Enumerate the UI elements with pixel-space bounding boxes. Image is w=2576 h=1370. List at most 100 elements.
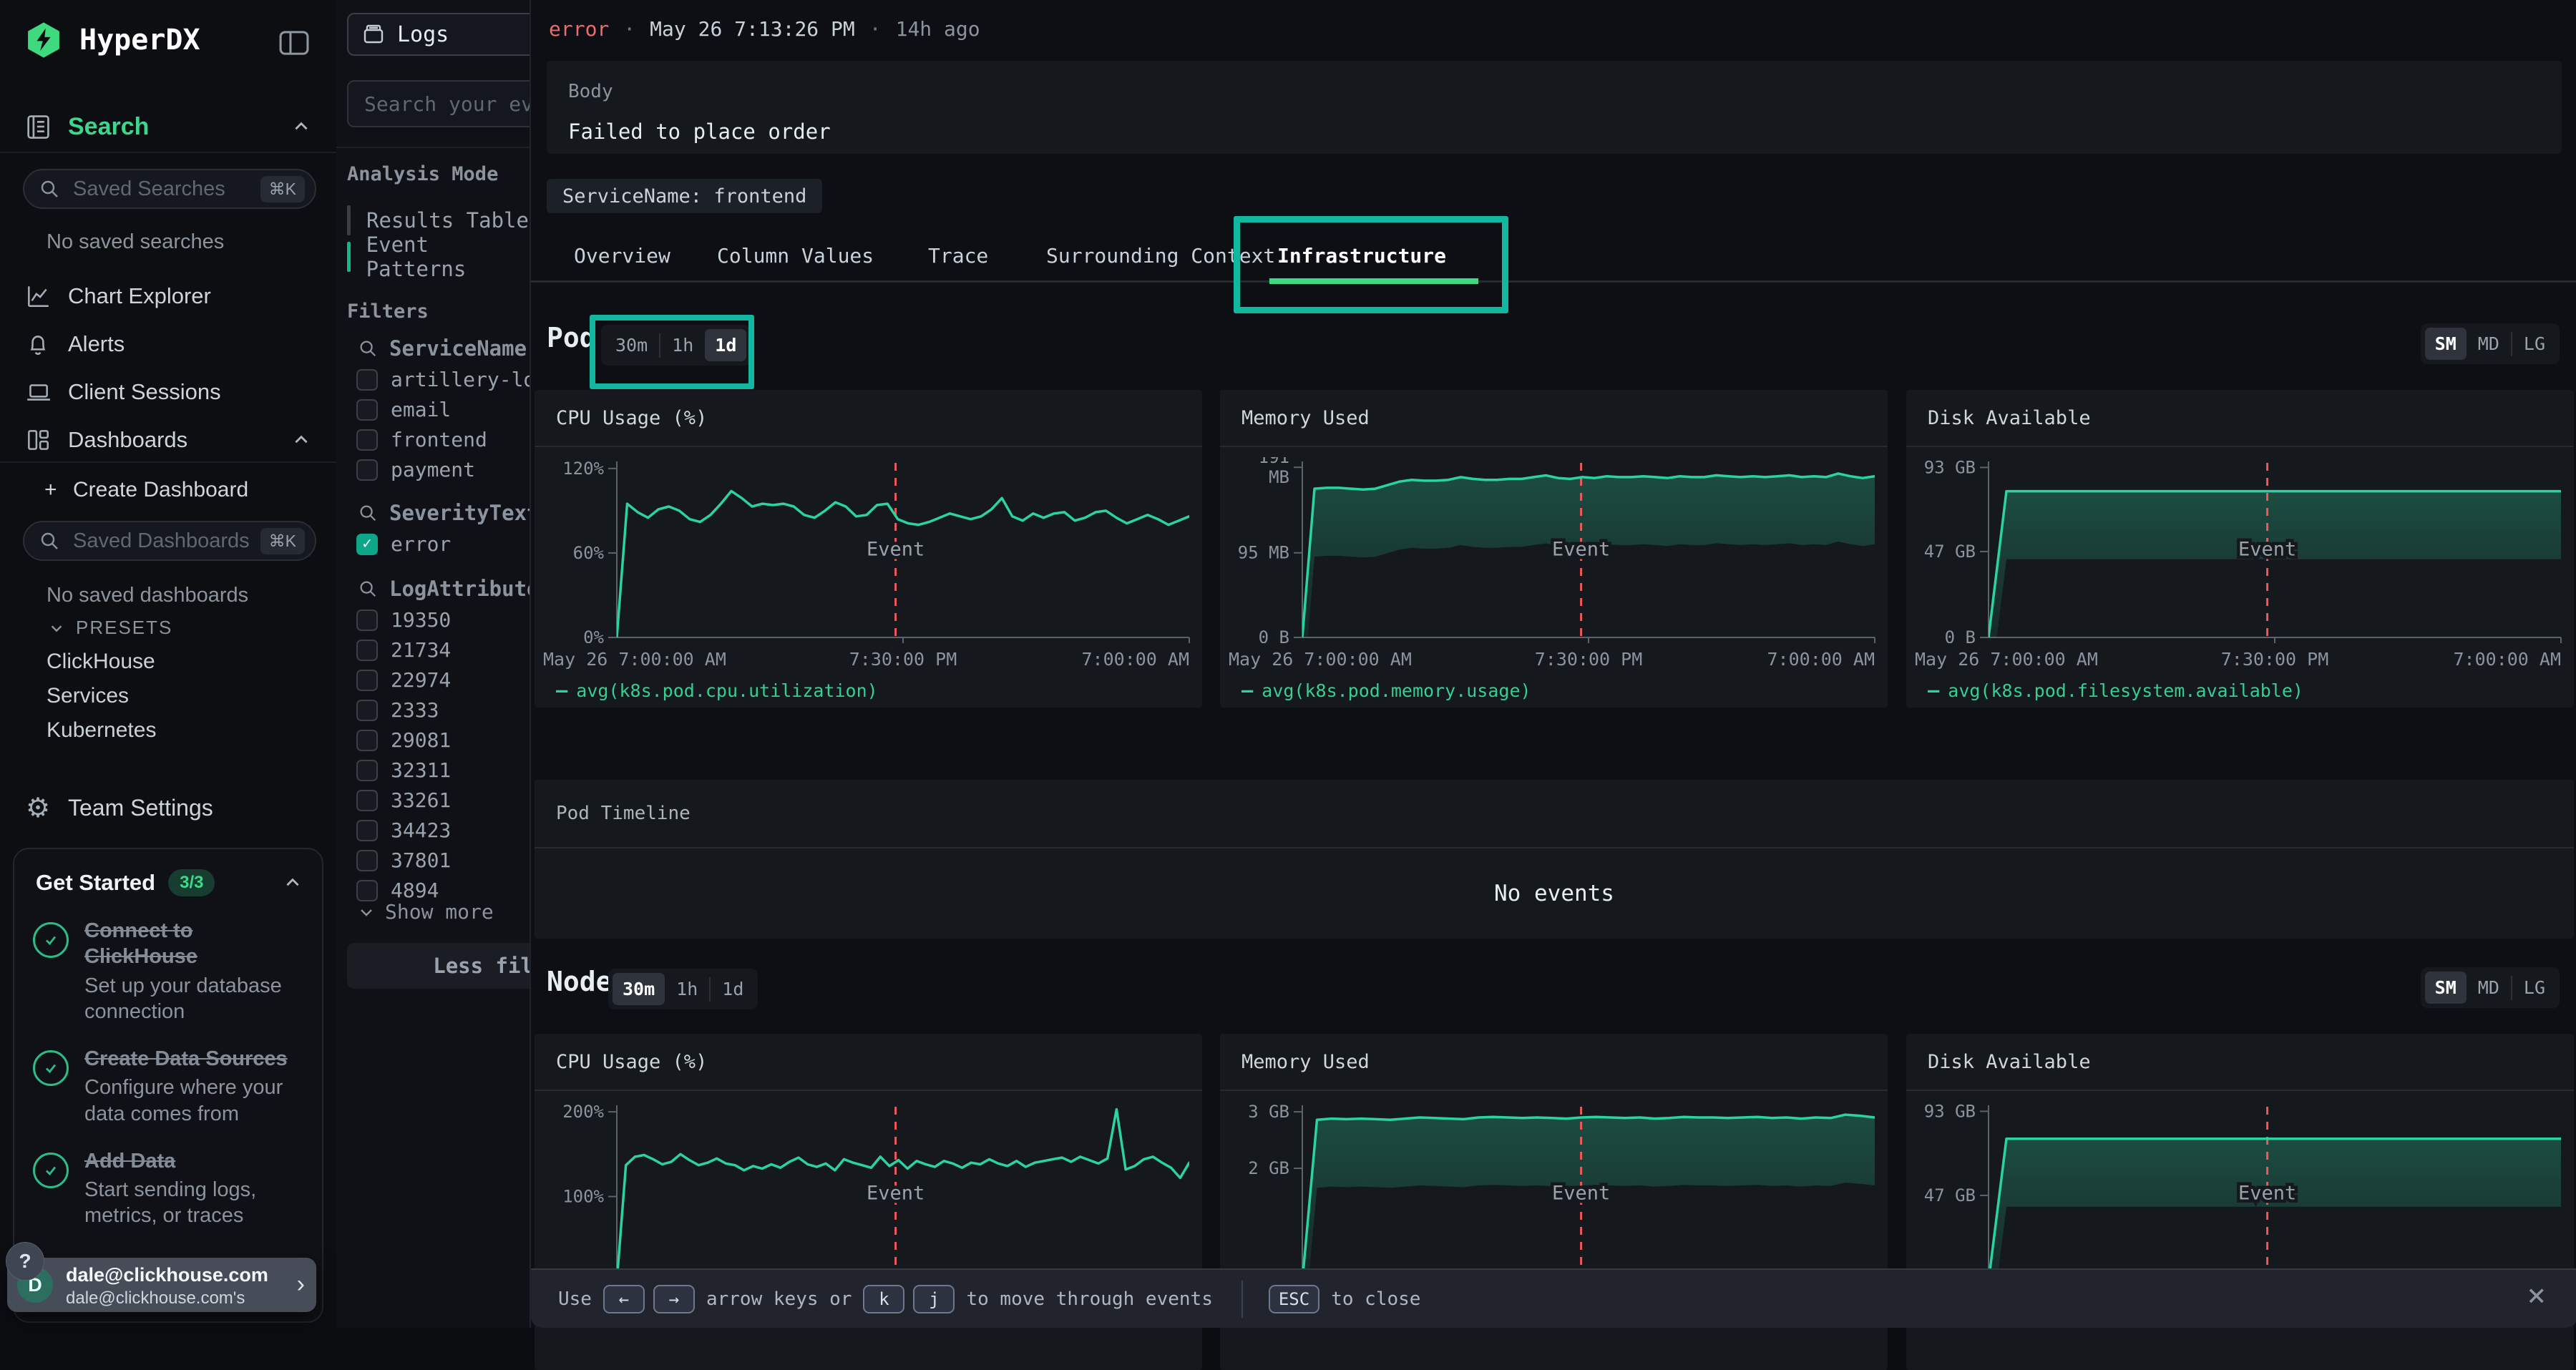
node-range-30m[interactable]: 30m	[613, 973, 665, 1005]
tab-surrounding-context[interactable]: Surrounding Context	[1046, 244, 1275, 268]
checklist-item[interactable]: Connect to ClickHouseSet up your databas…	[14, 918, 322, 1024]
sidebar-item-search[interactable]: Search	[0, 106, 336, 147]
checkbox[interactable]	[356, 369, 378, 391]
collapse-sidebar-icon[interactable]	[277, 26, 311, 60]
pod-cpu-chart[interactable]: 120%60%0%Event	[535, 457, 1202, 643]
preset-clickhouse[interactable]: ClickHouse	[47, 650, 155, 674]
checklist-item[interactable]: Create Data SourcesConfigure where your …	[14, 1046, 322, 1127]
checkbox[interactable]	[356, 670, 378, 691]
filter-option[interactable]: 37801	[356, 848, 451, 872]
sidebar-item-label: Dashboards	[68, 427, 187, 453]
sidebar-item-alerts[interactable]: Alerts	[0, 323, 336, 365]
filter-option[interactable]: 22974	[356, 668, 451, 692]
filter-option[interactable]: 19350	[356, 608, 451, 632]
user-account-chip[interactable]: D dale@clickhouse.com dale@clickhouse.co…	[7, 1258, 316, 1312]
filter-group-severitytext[interactable]: SeverityText	[358, 501, 530, 525]
tab-infrastructure[interactable]: Infrastructure	[1277, 244, 1446, 268]
hyperdx-logo-icon	[25, 21, 62, 59]
checkbox[interactable]	[356, 399, 378, 421]
checkbox[interactable]	[356, 760, 378, 781]
svg-text:60%: 60%	[573, 543, 605, 563]
node-size-lg[interactable]: LG	[2514, 972, 2555, 1004]
pod-range-1h[interactable]: 1h	[662, 329, 703, 361]
show-more-button[interactable]: Show more	[358, 900, 494, 924]
filter-group-logattributes[interactable]: LogAttributes	[358, 577, 530, 601]
filter-option-label: email	[391, 398, 451, 421]
sidebar-item-dashboards[interactable]: Dashboards	[0, 419, 336, 461]
filter-option[interactable]: 29081	[356, 728, 451, 752]
no-events-text: No events	[535, 848, 2574, 939]
tab-overview[interactable]: Overview	[574, 244, 670, 268]
preset-services[interactable]: Services	[47, 684, 129, 708]
node-range-1h[interactable]: 1h	[666, 973, 708, 1005]
filter-option-label: 21734	[391, 638, 451, 662]
divider	[1241, 1281, 1243, 1318]
filter-option[interactable]: payment	[356, 458, 475, 481]
svg-text:MB: MB	[1269, 467, 1289, 487]
pod-range-1d[interactable]: 1d	[705, 329, 746, 361]
filter-option[interactable]: artillery-load	[356, 368, 530, 391]
checkbox[interactable]	[356, 880, 378, 901]
active-tab-underline	[1269, 278, 1478, 284]
event-search-input[interactable]	[348, 82, 530, 126]
pod-size-sm[interactable]: SM	[2425, 328, 2467, 360]
checkbox[interactable]	[356, 459, 378, 481]
preset-kubernetes[interactable]: Kubernetes	[47, 718, 156, 743]
sidebar-item-team-settings[interactable]: ⚙ Team Settings	[0, 787, 336, 828]
keyboard-hints-footer: Use ← → arrow keys or k j to move throug…	[531, 1268, 2576, 1328]
filter-option[interactable]: email	[356, 398, 451, 421]
filter-option[interactable]: frontend	[356, 428, 487, 451]
checkbox[interactable]	[356, 700, 378, 721]
checkbox[interactable]	[356, 790, 378, 811]
tab-column-values[interactable]: Column Values	[717, 244, 874, 268]
sidebar-item-client-sessions[interactable]: Client Sessions	[0, 371, 336, 413]
pod-range-30m[interactable]: 30m	[605, 329, 658, 361]
tab-trace[interactable]: Trace	[928, 244, 988, 268]
filter-option[interactable]: 34423	[356, 818, 451, 842]
node-cpu-chart[interactable]: 200%100%0%Event	[535, 1101, 1202, 1287]
filter-option-label: artillery-load	[391, 368, 530, 391]
svg-text:Event: Event	[2238, 538, 2296, 560]
sidebar-item-label: Alerts	[68, 331, 125, 357]
service-name-tag[interactable]: ServiceName: frontend	[547, 179, 822, 213]
node-size-md[interactable]: MD	[2468, 972, 2509, 1004]
filter-group-servicename[interactable]: ServiceName	[358, 336, 527, 361]
node-memory-chart[interactable]: 3 GB2 GB0 BEvent	[1220, 1101, 1888, 1287]
divider	[0, 152, 336, 153]
chevron-up-icon[interactable]	[283, 874, 302, 892]
node-disk-chart[interactable]: 93 GB47 GB0 BEvent	[1906, 1101, 2574, 1287]
saved-dashboards-input[interactable]: Saved Dashboards ⌘K	[23, 521, 316, 561]
filter-option[interactable]: error	[356, 532, 451, 556]
checkbox[interactable]	[356, 610, 378, 631]
checklist-item[interactable]: Add DataStart sending logs, metrics, or …	[14, 1148, 322, 1229]
hint-move: to move through events	[966, 1288, 1212, 1310]
filter-option[interactable]: 32311	[356, 758, 451, 782]
pod-size-md[interactable]: MD	[2468, 328, 2509, 360]
pod-memory-chart[interactable]: 191MB95 MB0 BEvent	[1220, 457, 1888, 643]
close-icon[interactable]: ×	[2527, 1280, 2547, 1311]
help-button[interactable]: ?	[6, 1242, 44, 1281]
node-range-1d[interactable]: 1d	[712, 973, 753, 1005]
filter-option[interactable]: 4894	[356, 879, 439, 902]
mode-event-patterns[interactable]: Event Patterns	[347, 240, 530, 273]
less-filters-button[interactable]: Less filters	[347, 943, 530, 989]
mode-indicator	[347, 205, 351, 235]
checkbox[interactable]	[356, 730, 378, 751]
checkbox-checked[interactable]	[356, 534, 378, 555]
svg-text:100%: 100%	[562, 1187, 604, 1207]
checkbox[interactable]	[356, 429, 378, 451]
presets-toggle[interactable]: PRESETS	[49, 617, 172, 639]
checkbox[interactable]	[356, 640, 378, 661]
saved-searches-input[interactable]: Saved Searches ⌘K	[23, 169, 316, 209]
pod-disk-chart[interactable]: 93 GB47 GB0 BEvent	[1906, 457, 2574, 643]
sidebar-item-chart-explorer[interactable]: Chart Explorer	[0, 275, 336, 317]
filter-option[interactable]: 2333	[356, 698, 439, 722]
source-selector-button[interactable]: Logs	[347, 13, 530, 56]
checkbox[interactable]	[356, 820, 378, 841]
filter-option[interactable]: 21734	[356, 638, 451, 662]
checkbox[interactable]	[356, 850, 378, 871]
create-dashboard-button[interactable]: + Create Dashboard	[0, 474, 336, 507]
filter-option[interactable]: 33261	[356, 788, 451, 812]
node-size-sm[interactable]: SM	[2425, 972, 2467, 1004]
pod-size-lg[interactable]: LG	[2514, 328, 2555, 360]
